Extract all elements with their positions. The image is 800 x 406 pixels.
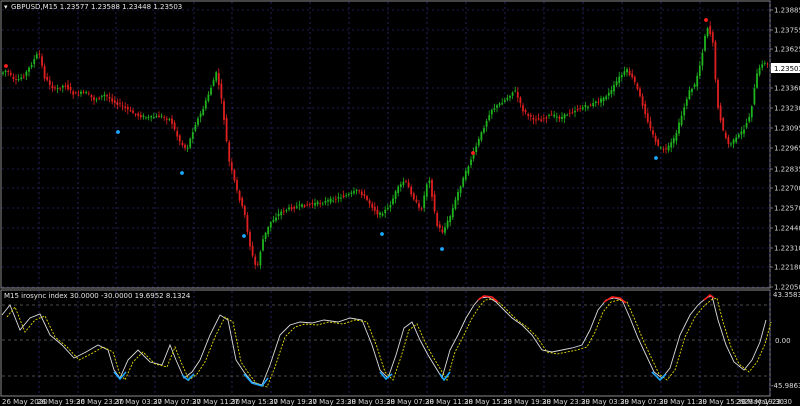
signal-dot: [180, 171, 184, 175]
candle: [433, 190, 436, 214]
candle: [225, 114, 228, 143]
signal-dot: [440, 247, 444, 251]
signal-dot: [704, 18, 708, 22]
price-label: 1.22310: [774, 245, 800, 253]
price-label: 1.23755: [774, 27, 800, 35]
price-label: 1.22835: [774, 166, 800, 174]
price-label: 1.23230: [774, 105, 800, 113]
price-label: 1.22965: [774, 145, 800, 153]
candle: [462, 176, 465, 188]
signal-dot: [380, 232, 384, 236]
price-label: 1.22570: [774, 205, 800, 213]
signal-dot: [4, 64, 8, 68]
time-axis: 26 May 202026 May 19:3026 May 23:3027 Ma…: [2, 398, 792, 406]
price-label: 1.23360: [774, 85, 800, 93]
signal-dot: [242, 234, 246, 238]
candle: [704, 33, 706, 53]
indicator-level-zero: 0.00: [775, 337, 791, 345]
price-label: 1.23885: [774, 7, 800, 15]
price-label: 1.23625: [774, 46, 800, 54]
price-label: 1.22180: [774, 264, 800, 272]
indicator-header: M15 irosync index 30.0000 -30.0000 19.69…: [4, 292, 191, 300]
indicator-level-bottom: -45.9863: [771, 382, 800, 390]
dropdown-arrow-icon[interactable]: ▾: [4, 3, 8, 11]
price-label: 1.22700: [774, 185, 800, 193]
indicator-panel[interactable]: [0, 289, 771, 397]
candle: [722, 116, 725, 132]
trading-chart[interactable]: 1.23885 1.23755 1.23625 1.23360 1.23230 1.230…: [0, 0, 800, 406]
candle: [189, 137, 192, 150]
current-price-label: 1.23503: [774, 65, 800, 73]
price-label: 1.22440: [774, 225, 800, 233]
price-label: 1.23095: [774, 125, 800, 133]
candle: [246, 212, 249, 235]
candle: [717, 78, 719, 110]
indicator-level-top: 43.3583: [773, 291, 800, 299]
price-axis: 1.23885 1.23755 1.23625 1.23360 1.23230 1.230…: [770, 7, 800, 292]
signal-dot: [471, 151, 475, 155]
time-label: 29 May 23:30: [744, 398, 792, 406]
signal-dot: [116, 130, 120, 134]
main-chart-panel[interactable]: [0, 0, 771, 289]
chart-header: GBPUSD,M15 1.23577 1.23588 1.23448 1.235…: [11, 3, 182, 11]
candle: [719, 102, 722, 124]
candle: [436, 210, 439, 228]
candle: [714, 39, 717, 83]
signal-dot: [654, 156, 658, 160]
